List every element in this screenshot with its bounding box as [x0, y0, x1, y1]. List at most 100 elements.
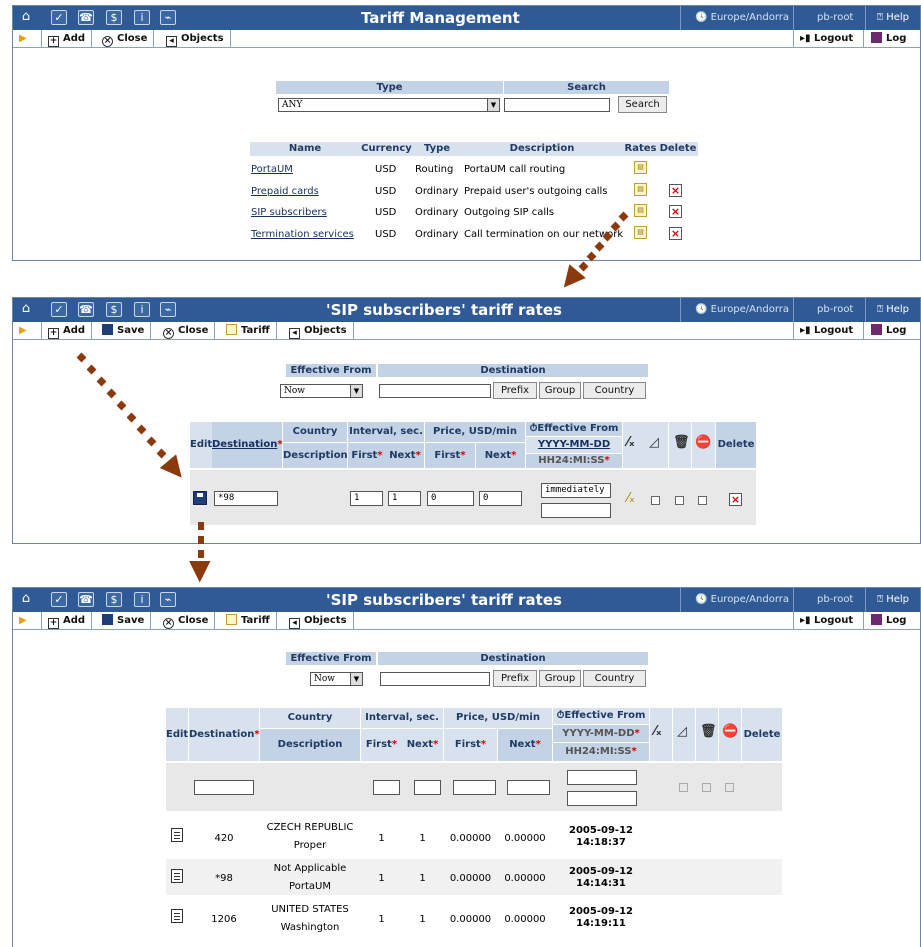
- dollar-icon[interactable]: $: [106, 302, 122, 317]
- logout-button[interactable]: ▸▮ Logout: [793, 612, 864, 629]
- help-link[interactable]: ⍰ Help: [877, 298, 909, 322]
- effective-time-field[interactable]: [541, 503, 611, 518]
- log-button[interactable]: Log: [865, 322, 920, 339]
- interval-next-field[interactable]: [414, 780, 441, 795]
- interval-first-field[interactable]: [373, 780, 400, 795]
- close-button[interactable]: × Close: [157, 322, 216, 339]
- destination-field[interactable]: [194, 780, 254, 795]
- effective-time-field[interactable]: [567, 791, 637, 806]
- interval-first-field[interactable]: 1: [350, 491, 383, 506]
- destination-field[interactable]: *98: [214, 491, 278, 506]
- dollar-icon[interactable]: $: [106, 592, 122, 607]
- user-link[interactable]: pb-root: [817, 588, 853, 612]
- discontinue-checkbox[interactable]: [675, 496, 684, 505]
- chart-icon[interactable]: ⌁: [160, 592, 176, 607]
- phone-icon[interactable]: ☎: [78, 592, 94, 607]
- override-checkbox[interactable]: [679, 783, 688, 792]
- phone-icon[interactable]: ☎: [78, 302, 94, 317]
- dollar-icon[interactable]: $: [106, 10, 122, 25]
- price-first-field[interactable]: 0: [427, 491, 474, 506]
- objects-button[interactable]: ◂ Objects: [283, 322, 354, 339]
- effective-date-field[interactable]: immediately: [541, 483, 611, 498]
- add-button[interactable]: + Add: [41, 612, 93, 629]
- save-row-icon[interactable]: [193, 491, 207, 505]
- objects-button[interactable]: ◂ Objects: [160, 30, 231, 47]
- logout-button[interactable]: ▸▮ Logout: [793, 322, 864, 339]
- delete-icon[interactable]: ×: [669, 227, 682, 240]
- country-button[interactable]: Country: [583, 670, 646, 687]
- home-icon[interactable]: ⌂: [18, 10, 34, 25]
- rates-icon[interactable]: ▤: [634, 226, 647, 239]
- rates-icon[interactable]: ▤: [634, 161, 647, 174]
- user-link[interactable]: pb-root: [817, 298, 853, 322]
- rates-icon[interactable]: ▤: [634, 204, 647, 217]
- add-label: Add: [63, 325, 86, 336]
- discontinue-checkbox[interactable]: [702, 783, 711, 792]
- destination-input[interactable]: [379, 384, 491, 398]
- info-icon[interactable]: i: [134, 302, 150, 317]
- destination-input[interactable]: [380, 672, 490, 686]
- help-link[interactable]: ⍰ Help: [877, 6, 909, 30]
- tariff-name-link[interactable]: Prepaid cards: [251, 185, 319, 198]
- info-icon[interactable]: i: [134, 10, 150, 25]
- edit-rate-icon[interactable]: [171, 869, 183, 883]
- date-format-link[interactable]: YYYY-MM-DD: [538, 439, 610, 450]
- search-button[interactable]: Search: [618, 96, 667, 113]
- tariff-button[interactable]: Tariff: [220, 612, 277, 629]
- prefix-button[interactable]: Prefix: [493, 670, 537, 687]
- objects-button[interactable]: ◂ Objects: [283, 612, 354, 629]
- country-button[interactable]: Country: [583, 382, 646, 399]
- log-button[interactable]: Log: [865, 612, 920, 629]
- effective-from-select[interactable]: Now ▼: [280, 384, 363, 398]
- edit-rate-icon[interactable]: [171, 909, 183, 923]
- search-input[interactable]: [504, 98, 610, 112]
- forbidden-checkbox[interactable]: [698, 496, 707, 505]
- effective-from-select[interactable]: Now ▼: [310, 672, 363, 686]
- info-icon[interactable]: i: [134, 592, 150, 607]
- save-button[interactable]: Save: [96, 612, 152, 629]
- help-link[interactable]: ⍰ Help: [877, 588, 909, 612]
- checklist-icon[interactable]: ✓: [51, 302, 67, 317]
- tariff-name-link[interactable]: PortaUM: [251, 163, 293, 176]
- logout-button[interactable]: ▸▮ Logout: [793, 30, 864, 47]
- tariff-button[interactable]: Tariff: [220, 322, 277, 339]
- close-button[interactable]: × Close: [96, 30, 155, 47]
- tariff-name-link[interactable]: SIP subscribers: [251, 206, 327, 219]
- checklist-icon[interactable]: ✓: [51, 592, 67, 607]
- log-button[interactable]: Log: [865, 30, 920, 47]
- effective-date-field[interactable]: [567, 770, 637, 785]
- home-icon[interactable]: ⌂: [18, 302, 34, 317]
- close-button[interactable]: × Close: [157, 612, 216, 629]
- interval-next-field[interactable]: 1: [388, 491, 421, 506]
- save-button[interactable]: Save: [96, 322, 152, 339]
- override-checkbox[interactable]: [651, 496, 660, 505]
- delete-icon[interactable]: ×: [669, 205, 682, 218]
- timezone-link[interactable]: 🕓 Europe/Andorra: [695, 588, 789, 612]
- phone-icon[interactable]: ☎: [78, 10, 94, 25]
- checklist-icon[interactable]: ✓: [51, 10, 67, 25]
- price-next-field[interactable]: 0: [479, 491, 522, 506]
- timezone-link[interactable]: 🕓 Europe/Andorra: [695, 298, 789, 322]
- price-next-field[interactable]: [507, 780, 550, 795]
- add-button[interactable]: + Add: [41, 30, 93, 47]
- delete-icon[interactable]: ×: [729, 493, 742, 506]
- chart-icon[interactable]: ⌁: [160, 302, 176, 317]
- tariff-name-link[interactable]: Termination services: [251, 228, 354, 241]
- user-link[interactable]: pb-root: [817, 6, 853, 30]
- rates-icon[interactable]: ▤: [634, 183, 647, 196]
- group-button[interactable]: Group: [539, 382, 581, 399]
- chart-icon[interactable]: ⌁: [160, 10, 176, 25]
- group-button[interactable]: Group: [539, 670, 581, 687]
- timezone-link[interactable]: 🕓 Europe/Andorra: [695, 6, 789, 30]
- add-button[interactable]: + Add: [41, 322, 93, 339]
- type-select[interactable]: ANY ▼: [278, 98, 500, 112]
- prefix-button[interactable]: Prefix: [493, 382, 537, 399]
- required-mark: *: [480, 739, 487, 750]
- home-icon[interactable]: ⌂: [18, 592, 34, 607]
- edit-rate-icon[interactable]: [171, 828, 183, 842]
- formula-wand-icon[interactable]: ⁄ₓ: [627, 492, 635, 506]
- delete-icon[interactable]: ×: [669, 184, 682, 197]
- forbidden-checkbox[interactable]: [725, 783, 734, 792]
- price-first-field[interactable]: [453, 780, 496, 795]
- destination-sort-link[interactable]: Destination: [212, 439, 277, 450]
